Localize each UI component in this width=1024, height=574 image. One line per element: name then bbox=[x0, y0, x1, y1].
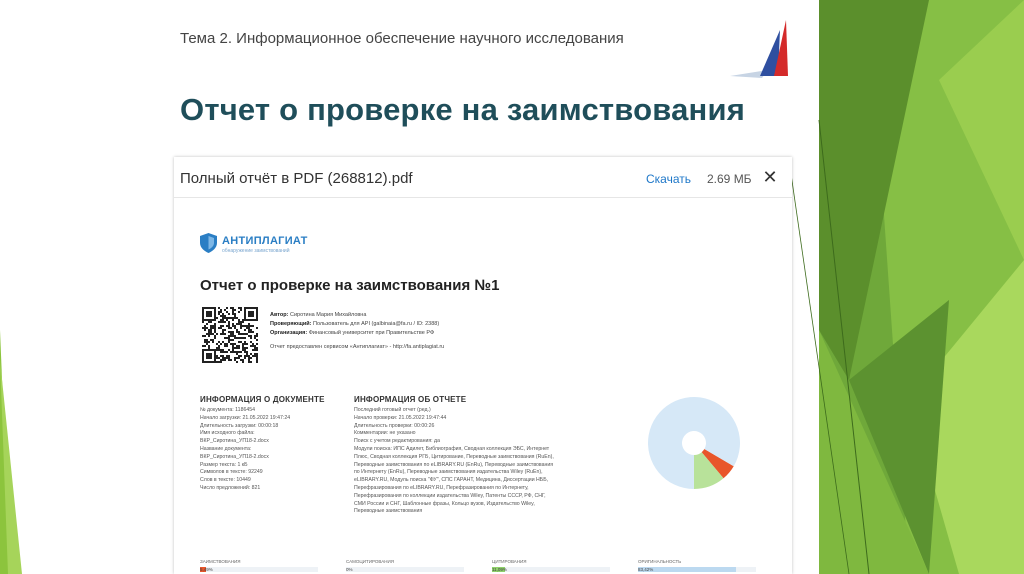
metric-value: 0% bbox=[346, 567, 353, 572]
doc-info-line: Размер текста: 1 кБ bbox=[200, 461, 248, 468]
report-info-line: Комментарии: не указано bbox=[354, 430, 416, 437]
brand-subtitle: обнаружение заимствований bbox=[222, 248, 290, 254]
metric-label: ЦИТИРОВАНИЯ bbox=[492, 559, 527, 564]
metric: САМОЦИТИРОВАНИЯ 0% bbox=[346, 559, 466, 572]
close-icon[interactable]: ✕ bbox=[760, 167, 780, 187]
metric-value: 11,09% bbox=[492, 567, 507, 572]
metric: ЗАИМСТВОВАНИЯ 5,49% bbox=[200, 559, 320, 572]
metrics-row: ЗАИМСТВОВАНИЯ 5,49% САМОЦИТИРОВАНИЯ 0% ЦИТИР… bbox=[200, 559, 760, 574]
doc-info-line: Имя исходного файла: bbox=[200, 430, 255, 437]
doc-info-line: Начало загрузки: 21.05.2022 19:47:24 bbox=[200, 414, 291, 421]
slide-title: Отчет о проверке на заимствования bbox=[180, 92, 746, 127]
file-size: 2.69 МБ bbox=[707, 172, 752, 186]
doc-info-title: ИНФОРМАЦИЯ О ДОКУМЕНТЕ bbox=[200, 395, 325, 404]
shield-icon bbox=[200, 233, 217, 253]
report-info-line: Поиск с учетом редактирования: да bbox=[354, 438, 440, 445]
report-info-line: Длительность проверки: 00:00:26 bbox=[354, 422, 435, 429]
metric-bar bbox=[492, 567, 610, 572]
pdf-viewer: Полный отчёт в PDF (268812).pdf Скачать … bbox=[174, 157, 792, 574]
metric-label: САМОЦИТИРОВАНИЯ bbox=[346, 559, 394, 564]
metric-label: ЗАИМСТВОВАНИЯ bbox=[200, 559, 241, 564]
slide-header: Тема 2. Информационное обеспечение научн… bbox=[180, 30, 624, 47]
metric-bar bbox=[346, 567, 464, 572]
report-meta: Автор: Сиротина Мария Михайловна Проверя… bbox=[270, 311, 570, 352]
report-info-line: Начало проверки: 21.05.2022 19:47:44 bbox=[354, 414, 447, 421]
university-logo-icon bbox=[730, 20, 788, 78]
qr-code-icon bbox=[202, 307, 258, 363]
report-info-line: Перефразирования по коллекции издательст… bbox=[354, 492, 546, 499]
report-info-line: СМИ России и СНГ, Шаблонные фразы, Кольц… bbox=[354, 500, 535, 507]
doc-info-line: № документа: 1186454 bbox=[200, 407, 255, 413]
metric-value: 83,42% bbox=[638, 567, 654, 572]
report-info-line: eLIBRARY.RU, Модуль поиска "ФУ", СПС ГАР… bbox=[354, 477, 549, 484]
doc-info-line: ВКР_Сиротина_УП18-2.docx bbox=[200, 438, 269, 445]
doc-info-line: Название документа: bbox=[200, 445, 252, 452]
doc-info: № документа: 1186454 Начало загрузки: 21.… bbox=[200, 407, 335, 493]
service-note: Отчет предоставлен сервисом «Антиплагиат… bbox=[270, 344, 445, 350]
meta-line: Проверяющий: Пользователь для API (galbi… bbox=[270, 321, 440, 327]
report-info-line: Переводные заимствования bbox=[354, 508, 423, 515]
doc-info-line: Слов в тексте: 10449 bbox=[200, 477, 251, 484]
doc-info-line: ВКР_Сиротина_УП18-2.docx bbox=[200, 453, 269, 460]
report-info-line: Перефразирования по eLIBRARY.RU, Перефра… bbox=[354, 484, 529, 491]
report-info-line: Модули поиска: ИПС Адилет, Библиография,… bbox=[354, 445, 550, 452]
report-info-line: Последний готовый отчет (ред.) bbox=[354, 407, 431, 413]
viewer-toolbar: Полный отчёт в PDF (268812).pdf Скачать … bbox=[174, 157, 792, 198]
report-title: Отчет о проверке на заимствования №1 bbox=[200, 277, 500, 294]
right-decoration bbox=[789, 0, 1024, 574]
doc-info-line: Число предложений: 821 bbox=[200, 484, 261, 491]
metric-bar bbox=[638, 567, 756, 572]
metric-label: ОРИГИНАЛЬНОСТЬ bbox=[638, 559, 682, 564]
metric: ЦИТИРОВАНИЯ 11,09% bbox=[492, 559, 612, 572]
report-info-title: ИНФОРМАЦИЯ ОБ ОТЧЕТЕ bbox=[354, 395, 467, 404]
metric-bar bbox=[200, 567, 318, 572]
report-info: Последний готовый отчет (ред.) Начало про… bbox=[354, 407, 624, 516]
metric: ОРИГИНАЛЬНОСТЬ 83,42% bbox=[638, 559, 758, 572]
doc-info-line: Символов в тексте: 92249 bbox=[200, 469, 263, 476]
report-info-line: по Интернету (EnRu), Переводные заимство… bbox=[354, 469, 543, 476]
file-name: Полный отчёт в PDF (268812).pdf bbox=[180, 170, 413, 187]
left-decoration bbox=[0, 330, 22, 574]
report-info-line: Переводные заимствования по eLIBRARY.RU … bbox=[354, 461, 554, 468]
originality-pie-chart bbox=[648, 397, 740, 489]
brand-name: АНТИПЛАГИАТ bbox=[222, 235, 308, 247]
meta-line: Автор: Сиротина Мария Михайловна bbox=[270, 312, 367, 318]
report-info-line: Плюс, Сводная коллекция РГБ, Цитирование… bbox=[354, 453, 554, 460]
meta-line: Организация: Финансовый университет при … bbox=[270, 330, 435, 336]
download-link[interactable]: Скачать bbox=[646, 172, 691, 186]
metric-value: 5,49% bbox=[200, 567, 213, 572]
